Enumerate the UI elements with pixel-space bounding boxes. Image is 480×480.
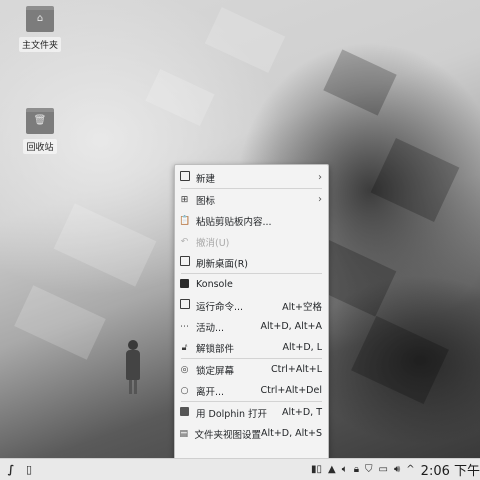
desktop-icon-label: 回收站 [23, 139, 57, 154]
menu-item-new[interactable]: 新建 › [175, 167, 328, 188]
volume-icon[interactable]: 🔈︎ [342, 464, 348, 475]
app-launcher-icon[interactable]: ∫ [4, 463, 18, 476]
lock-screen-icon: ◎ [180, 364, 189, 375]
konsole-icon [179, 278, 190, 291]
updates-tray-icon[interactable]: ▲ [328, 464, 336, 475]
activities-icon: ⋯ [180, 321, 189, 332]
desktop-icon-home-folder[interactable]: ⌂ 主文件夹 [18, 6, 62, 52]
menu-item-open-dolphin[interactable]: 用 Dolphin 打开 Alt+D, T [175, 402, 328, 423]
chevron-right-icon: › [318, 172, 322, 183]
desktop-icon-label: 主文件夹 [18, 37, 61, 52]
icons-view-icon: ⊞ [180, 194, 189, 205]
dolphin-icon [179, 406, 190, 419]
menu-item-unlock-widgets[interactable]: 🔓︎ 解锁部件 Alt+D, L [175, 337, 328, 358]
trash-folder-icon: 🗑 [26, 108, 54, 134]
menu-item-refresh-desktop[interactable]: 刷新桌面(R) [175, 252, 328, 273]
lock-tray-icon[interactable]: 🔒︎ [354, 464, 359, 475]
clipboard-tray-icon[interactable]: ▮▯ [311, 464, 322, 475]
menu-item-lock-screen[interactable]: ◎ 锁定屏幕 Ctrl+Alt+L [175, 359, 328, 380]
menu-item-paste[interactable]: 📋 粘贴剪贴板内容... [175, 210, 328, 231]
digital-clock[interactable]: 2:06 下午 [421, 460, 480, 479]
menu-item-folder-view-settings[interactable]: ▤ 文件夹视图设置 Alt+D, Alt+S [175, 423, 328, 444]
desktop-context-menu: 新建 › ⊞ 图标 › 📋 粘贴剪贴板内容... ↶ 撤消(U) 刷新桌面(R)… [174, 164, 329, 467]
unlock-icon: 🔓︎ [181, 342, 188, 353]
show-desktop-icon[interactable]: ▯ [22, 463, 36, 476]
display-icon[interactable]: ▭ [379, 464, 388, 475]
clipboard-icon: 📋 [179, 215, 191, 226]
desktop-icon-trash[interactable]: 🗑 回收站 [18, 108, 62, 154]
menu-item-konsole[interactable]: Konsole [175, 274, 328, 295]
menu-item-undo[interactable]: ↶ 撤消(U) [175, 231, 328, 252]
menu-item-activities[interactable]: ⋯ 活动... Alt+D, Alt+A [175, 316, 328, 337]
new-document-icon [179, 171, 190, 184]
menu-item-leave[interactable]: ○ 离开... Ctrl+Alt+Del [175, 380, 328, 401]
home-folder-icon: ⌂ [26, 6, 54, 32]
menu-item-run-command[interactable]: 运行命令... Alt+空格 [175, 295, 328, 316]
refresh-icon [179, 256, 190, 269]
menu-item-icons[interactable]: ⊞ 图标 › [175, 189, 328, 210]
chevron-right-icon: › [318, 194, 322, 205]
network-icon[interactable]: ⛉ [365, 464, 373, 475]
expand-tray-icon[interactable]: ^ [406, 464, 414, 475]
run-command-icon [179, 299, 190, 312]
system-tray: ▮▯ ▲ 🔈︎ 🔒︎ ⛉ ▭ 🔊︎ ^ 2:06 下午 [308, 459, 480, 480]
taskbar: ∫ ▯ ▮▯ ▲ 🔈︎ 🔒︎ ⛉ ▭ 🔊︎ ^ 2:06 下午 [0, 458, 480, 480]
folder-settings-icon: ▤ [179, 428, 188, 439]
undo-icon: ↶ [180, 236, 189, 247]
wallpaper-figure [124, 340, 142, 400]
audio-icon[interactable]: 🔊︎ [394, 464, 400, 475]
leave-icon: ○ [180, 385, 189, 396]
